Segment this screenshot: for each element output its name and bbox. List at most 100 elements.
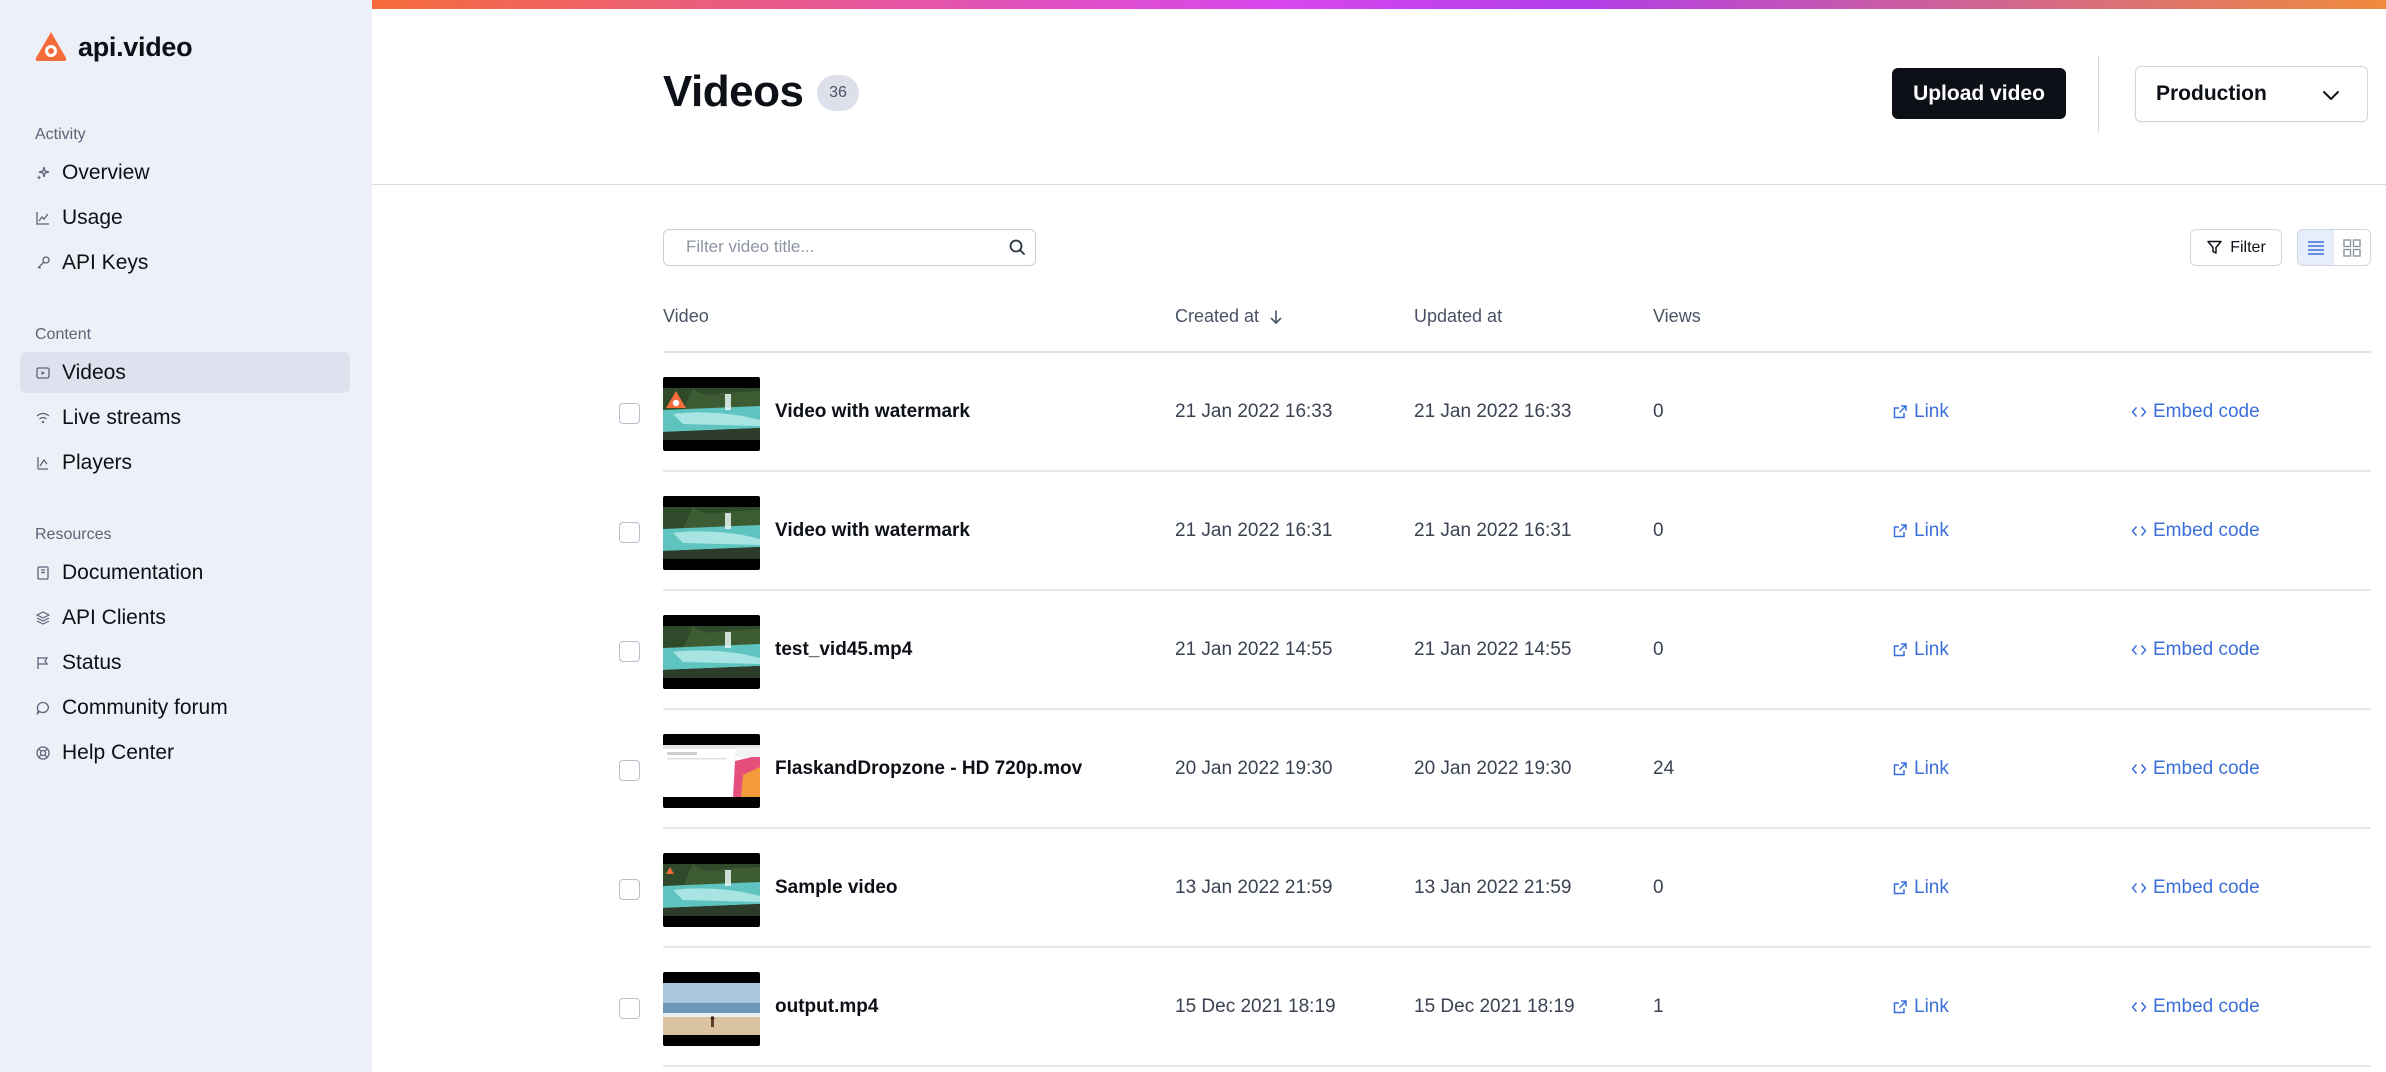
link-label: Link (1914, 639, 1949, 660)
video-title[interactable]: Video with watermark (775, 520, 970, 542)
sidebar-item-players[interactable]: Players (20, 442, 350, 483)
table-row[interactable]: Video with watermark 21 Jan 2022 16:33 2… (600, 353, 2371, 472)
created-at: 20 Jan 2022 19:30 (1175, 758, 1333, 779)
code-icon (2131, 645, 2147, 655)
api-video-logo-icon (35, 32, 67, 61)
filter-button[interactable]: Filter (2190, 229, 2282, 266)
video-thumbnail[interactable] (663, 853, 760, 927)
table-row[interactable]: Video with watermark 21 Jan 2022 16:31 2… (600, 472, 2371, 591)
table-row[interactable]: test_vid45.mp4 21 Jan 2022 14:55 21 Jan … (600, 591, 2371, 710)
sidebar-item-live-streams[interactable]: Live streams (20, 397, 350, 438)
sidebar-item-overview[interactable]: Overview (20, 152, 350, 193)
video-link[interactable]: Link (1892, 758, 1949, 780)
video-title[interactable]: Video with watermark (775, 401, 970, 423)
video-title[interactable]: test_vid45.mp4 (775, 639, 912, 661)
video-link[interactable]: Link (1892, 520, 1949, 542)
embed-code-link[interactable]: Embed code (2131, 639, 2260, 661)
video-thumbnail[interactable] (663, 972, 760, 1046)
row-checkbox[interactable] (619, 998, 640, 1019)
environment-select[interactable]: Production (2135, 66, 2368, 122)
app-name: api.video (78, 31, 193, 62)
row-checkbox[interactable] (619, 641, 640, 662)
layers-icon (36, 610, 50, 625)
sidebar-item-label: Status (62, 650, 122, 674)
views-count: 1 (1653, 996, 1664, 1017)
video-title[interactable]: output.mp4 (775, 996, 878, 1018)
row-divider (663, 1065, 2371, 1067)
sidebar-item-api-keys[interactable]: API Keys (20, 242, 350, 283)
updated-at: 13 Jan 2022 21:59 (1414, 877, 1572, 898)
sidebar-item-label: Help Center (62, 740, 175, 764)
page-header: Videos 36 Upload video Production (372, 9, 2386, 185)
nav-section-content: Content Videos Live streams Players (20, 322, 350, 483)
embed-code-label: Embed code (2153, 639, 2260, 660)
embed-code-link[interactable]: Embed code (2131, 520, 2260, 542)
nav-heading: Resources (35, 526, 112, 543)
sidebar-item-documentation[interactable]: Documentation (20, 552, 350, 593)
row-checkbox[interactable] (619, 760, 640, 781)
link-label: Link (1914, 520, 1949, 541)
video-thumbnail[interactable] (663, 734, 760, 808)
video-link[interactable]: Link (1892, 401, 1949, 423)
key-icon (36, 255, 50, 270)
sidebar-item-api-clients[interactable]: API Clients (20, 597, 350, 638)
video-link[interactable]: Link (1892, 996, 1949, 1018)
chevron-down-icon (2323, 91, 2339, 100)
video-title[interactable]: FlaskandDropzone - HD 720p.mov (775, 758, 1082, 780)
logo[interactable]: api.video (34, 30, 193, 64)
column-header-created[interactable]: Created at (1175, 306, 1283, 327)
embed-code-link[interactable]: Embed code (2131, 877, 2260, 899)
created-at: 13 Jan 2022 21:59 (1175, 877, 1333, 898)
sidebar-item-label: Overview (62, 160, 150, 184)
video-thumbnail[interactable] (663, 615, 760, 689)
table-row[interactable]: Sample video 13 Jan 2022 21:59 13 Jan 20… (600, 829, 2371, 948)
sparkle-icon (36, 166, 50, 180)
sidebar-item-label: API Keys (62, 250, 149, 274)
embed-code-link[interactable]: Embed code (2131, 758, 2260, 780)
table-row[interactable]: output.mp4 15 Dec 2021 18:19 15 Dec 2021… (600, 948, 2371, 1067)
list-view-button[interactable] (2298, 230, 2334, 265)
column-header-video[interactable]: Video (663, 306, 709, 327)
grid-view-button[interactable] (2334, 230, 2370, 265)
link-label: Link (1914, 758, 1949, 779)
embed-code-link[interactable]: Embed code (2131, 401, 2260, 423)
sidebar-item-status[interactable]: Status (20, 642, 350, 683)
row-checkbox[interactable] (619, 879, 640, 900)
created-at: 21 Jan 2022 14:55 (1175, 639, 1333, 660)
link-label: Link (1914, 996, 1949, 1017)
column-header-updated[interactable]: Updated at (1414, 306, 1502, 327)
external-link-icon (1893, 405, 1907, 419)
column-header-views[interactable]: Views (1653, 306, 1701, 327)
filter-label: Filter (2230, 238, 2266, 256)
sidebar-item-videos[interactable]: Videos (20, 352, 350, 393)
wifi-icon (36, 411, 50, 425)
beach-thumbnail-image (663, 983, 760, 1035)
views-count: 0 (1653, 401, 1664, 422)
sidebar-item-usage[interactable]: Usage (20, 197, 350, 238)
video-thumbnail[interactable] (663, 377, 760, 451)
embed-code-label: Embed code (2153, 401, 2260, 422)
nav-heading: Activity (35, 126, 86, 143)
row-checkbox[interactable] (619, 522, 640, 543)
embed-code-label: Embed code (2153, 758, 2260, 779)
search-input[interactable] (664, 230, 984, 264)
sidebar-item-label: Community forum (62, 695, 228, 719)
search-icon[interactable] (1008, 238, 1027, 257)
created-at: 21 Jan 2022 16:33 (1175, 401, 1333, 422)
video-thumbnail[interactable] (663, 496, 760, 570)
code-icon (2131, 526, 2147, 536)
nav-section-resources: Resources Documentation API Clients Stat… (20, 522, 350, 773)
video-icon (36, 366, 50, 380)
video-link[interactable]: Link (1892, 639, 1949, 661)
external-link-icon (1893, 881, 1907, 895)
embed-code-link[interactable]: Embed code (2131, 996, 2260, 1018)
book-icon (36, 565, 50, 580)
row-checkbox[interactable] (619, 403, 640, 424)
upload-video-button[interactable]: Upload video (1892, 68, 2066, 119)
table-row[interactable]: FlaskandDropzone - HD 720p.mov 20 Jan 20… (600, 710, 2371, 829)
sidebar-item-help-center[interactable]: Help Center (20, 732, 350, 773)
sidebar-item-community-forum[interactable]: Community forum (20, 687, 350, 728)
updated-at: 15 Dec 2021 18:19 (1414, 996, 1575, 1017)
video-title[interactable]: Sample video (775, 877, 898, 899)
video-link[interactable]: Link (1892, 877, 1949, 899)
